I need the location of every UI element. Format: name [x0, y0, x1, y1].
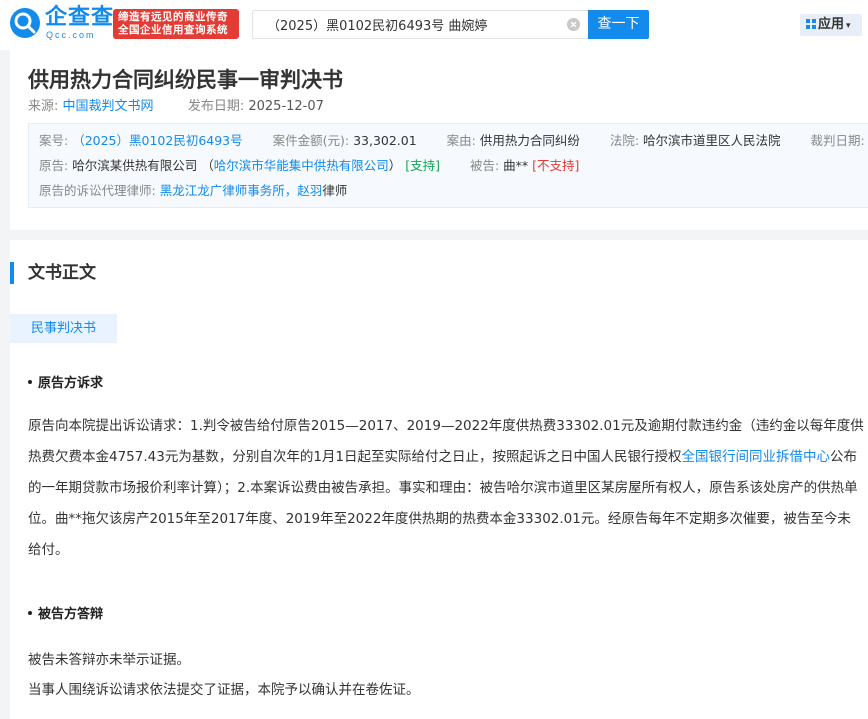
search-box: [252, 10, 588, 39]
app-menu[interactable]: 应用 ▾: [800, 14, 862, 36]
chevron-down-icon: ▾: [846, 21, 851, 31]
claim-text-part-2: 公布的一年期贷款市场报价利率计算）；2.本案诉讼费由被告承担。事实和理由：被告哈…: [28, 449, 858, 558]
case-info-row-3: 原告的诉讼代理律师: 黑龙江龙广律师事务所，赵羽律师: [39, 182, 347, 200]
app-menu-label: 应用: [818, 17, 845, 32]
case-no-label: 案号:: [39, 133, 69, 148]
logo-text[interactable]: 企查查: [45, 6, 114, 30]
section-accent-bar: [10, 262, 14, 284]
defense-line-2: 当事人围绕诉讼请求依法提交了证据，本院予以确认并在卷佐证。: [28, 682, 420, 698]
lawyer-separator: ，: [284, 183, 298, 198]
publish-date-value: 2025-12-07: [248, 99, 324, 114]
judgment-date-label: 裁判日期:: [810, 133, 865, 148]
publish-date-label: 发布日期:: [187, 99, 245, 114]
court-label: 法院:: [609, 133, 640, 148]
defendant-name: 曲**: [503, 158, 529, 173]
case-amount-label: 案件金额(元):: [272, 133, 350, 148]
document-meta: 来源: 中国裁判文书网 发布日期: 2025-12-07: [28, 98, 324, 116]
lawyer-name-link[interactable]: 赵羽: [297, 183, 322, 198]
case-no-link[interactable]: （2025）黑0102民初6493号: [72, 133, 242, 148]
defense-heading: 被告方答辩: [28, 606, 103, 624]
plaintiff-alias-open: （: [201, 158, 214, 173]
lawyer-label: 原告的诉讼代理律师:: [39, 183, 156, 198]
case-info-row-2: 原告: 哈尔滨某供热有限公司 （哈尔滨市华能集中供热有限公司） [支持] 被告:…: [39, 157, 579, 175]
defense-line-1: 被告未答辩亦未举示证据。: [28, 652, 190, 668]
claim-heading-text: 原告方诉求: [38, 376, 104, 391]
clear-icon[interactable]: [567, 18, 580, 31]
source-label: 来源:: [28, 99, 59, 114]
qcc-logo-icon[interactable]: [10, 8, 40, 38]
document-title: 供用热力合同纠纷民事一审判决书: [28, 68, 343, 92]
search-input[interactable]: [253, 11, 553, 38]
plaintiff-alias-close: ）: [388, 158, 402, 173]
grid-icon: [806, 19, 816, 29]
bullet-icon: [28, 380, 32, 384]
plaintiff-label: 原告:: [39, 158, 69, 173]
lawyer-suffix: 律师: [322, 183, 348, 198]
plaintiff-name: 哈尔滨某供热有限公司: [72, 158, 198, 173]
case-cause-label: 案由:: [446, 133, 476, 148]
source-link[interactable]: 中国裁判文书网: [63, 99, 154, 114]
claim-heading: 原告方诉求: [28, 375, 103, 393]
case-amount-value: 33,302.01: [353, 133, 417, 148]
slogan-line-2: 全国企业信用查询系统: [118, 24, 228, 36]
logo-subtitle: Qcc.com: [46, 30, 96, 40]
case-info-row-1: 案号: （2025）黑0102民初6493号 案件金额(元): 33,302.0…: [39, 132, 865, 150]
bullet-icon: [28, 611, 32, 615]
court-value: 哈尔滨市道里区人民法院: [643, 133, 781, 148]
case-cause-value: 供用热力合同纠纷: [479, 133, 580, 148]
plaintiff-alias-link[interactable]: 哈尔滨市华能集中供热有限公司: [214, 158, 389, 173]
slogan-line-1: 缔造有远见的商业传奇: [118, 11, 228, 23]
top-bar: 企查查 Qcc.com 缔造有远见的商业传奇 全国企业信用查询系统 查一下 应用…: [0, 0, 868, 50]
section-title: 文书正文: [28, 263, 96, 283]
defendant-status-badge: [不支持]: [532, 158, 580, 173]
document-body-card: 文书正文 民事判决书 原告方诉求 原告向本院提出诉讼请求：1.判令被告给付原告2…: [10, 240, 868, 719]
slogan-badge: 缔造有远见的商业传奇 全国企业信用查询系统: [113, 9, 239, 39]
interbank-center-link[interactable]: 全国银行间同业拆借中心: [682, 449, 831, 465]
law-firm-link[interactable]: 黑龙江龙广律师事务所: [160, 183, 285, 198]
search-button[interactable]: 查一下: [588, 10, 649, 39]
case-info-box: 案号: （2025）黑0102民初6493号 案件金额(元): 33,302.0…: [28, 123, 868, 208]
defense-heading-text: 被告方答辩: [38, 607, 104, 622]
tab-civil-judgment[interactable]: 民事判决书: [10, 314, 117, 343]
claim-paragraph: 原告向本院提出诉讼请求：1.判令被告给付原告2015—2017、2019—202…: [28, 411, 864, 566]
plaintiff-status-badge: [支持]: [405, 158, 440, 173]
document-header-card: 供用热力合同纠纷民事一审判决书 来源: 中国裁判文书网 发布日期: 2025-1…: [10, 50, 868, 230]
defendant-label: 被告:: [469, 158, 500, 173]
